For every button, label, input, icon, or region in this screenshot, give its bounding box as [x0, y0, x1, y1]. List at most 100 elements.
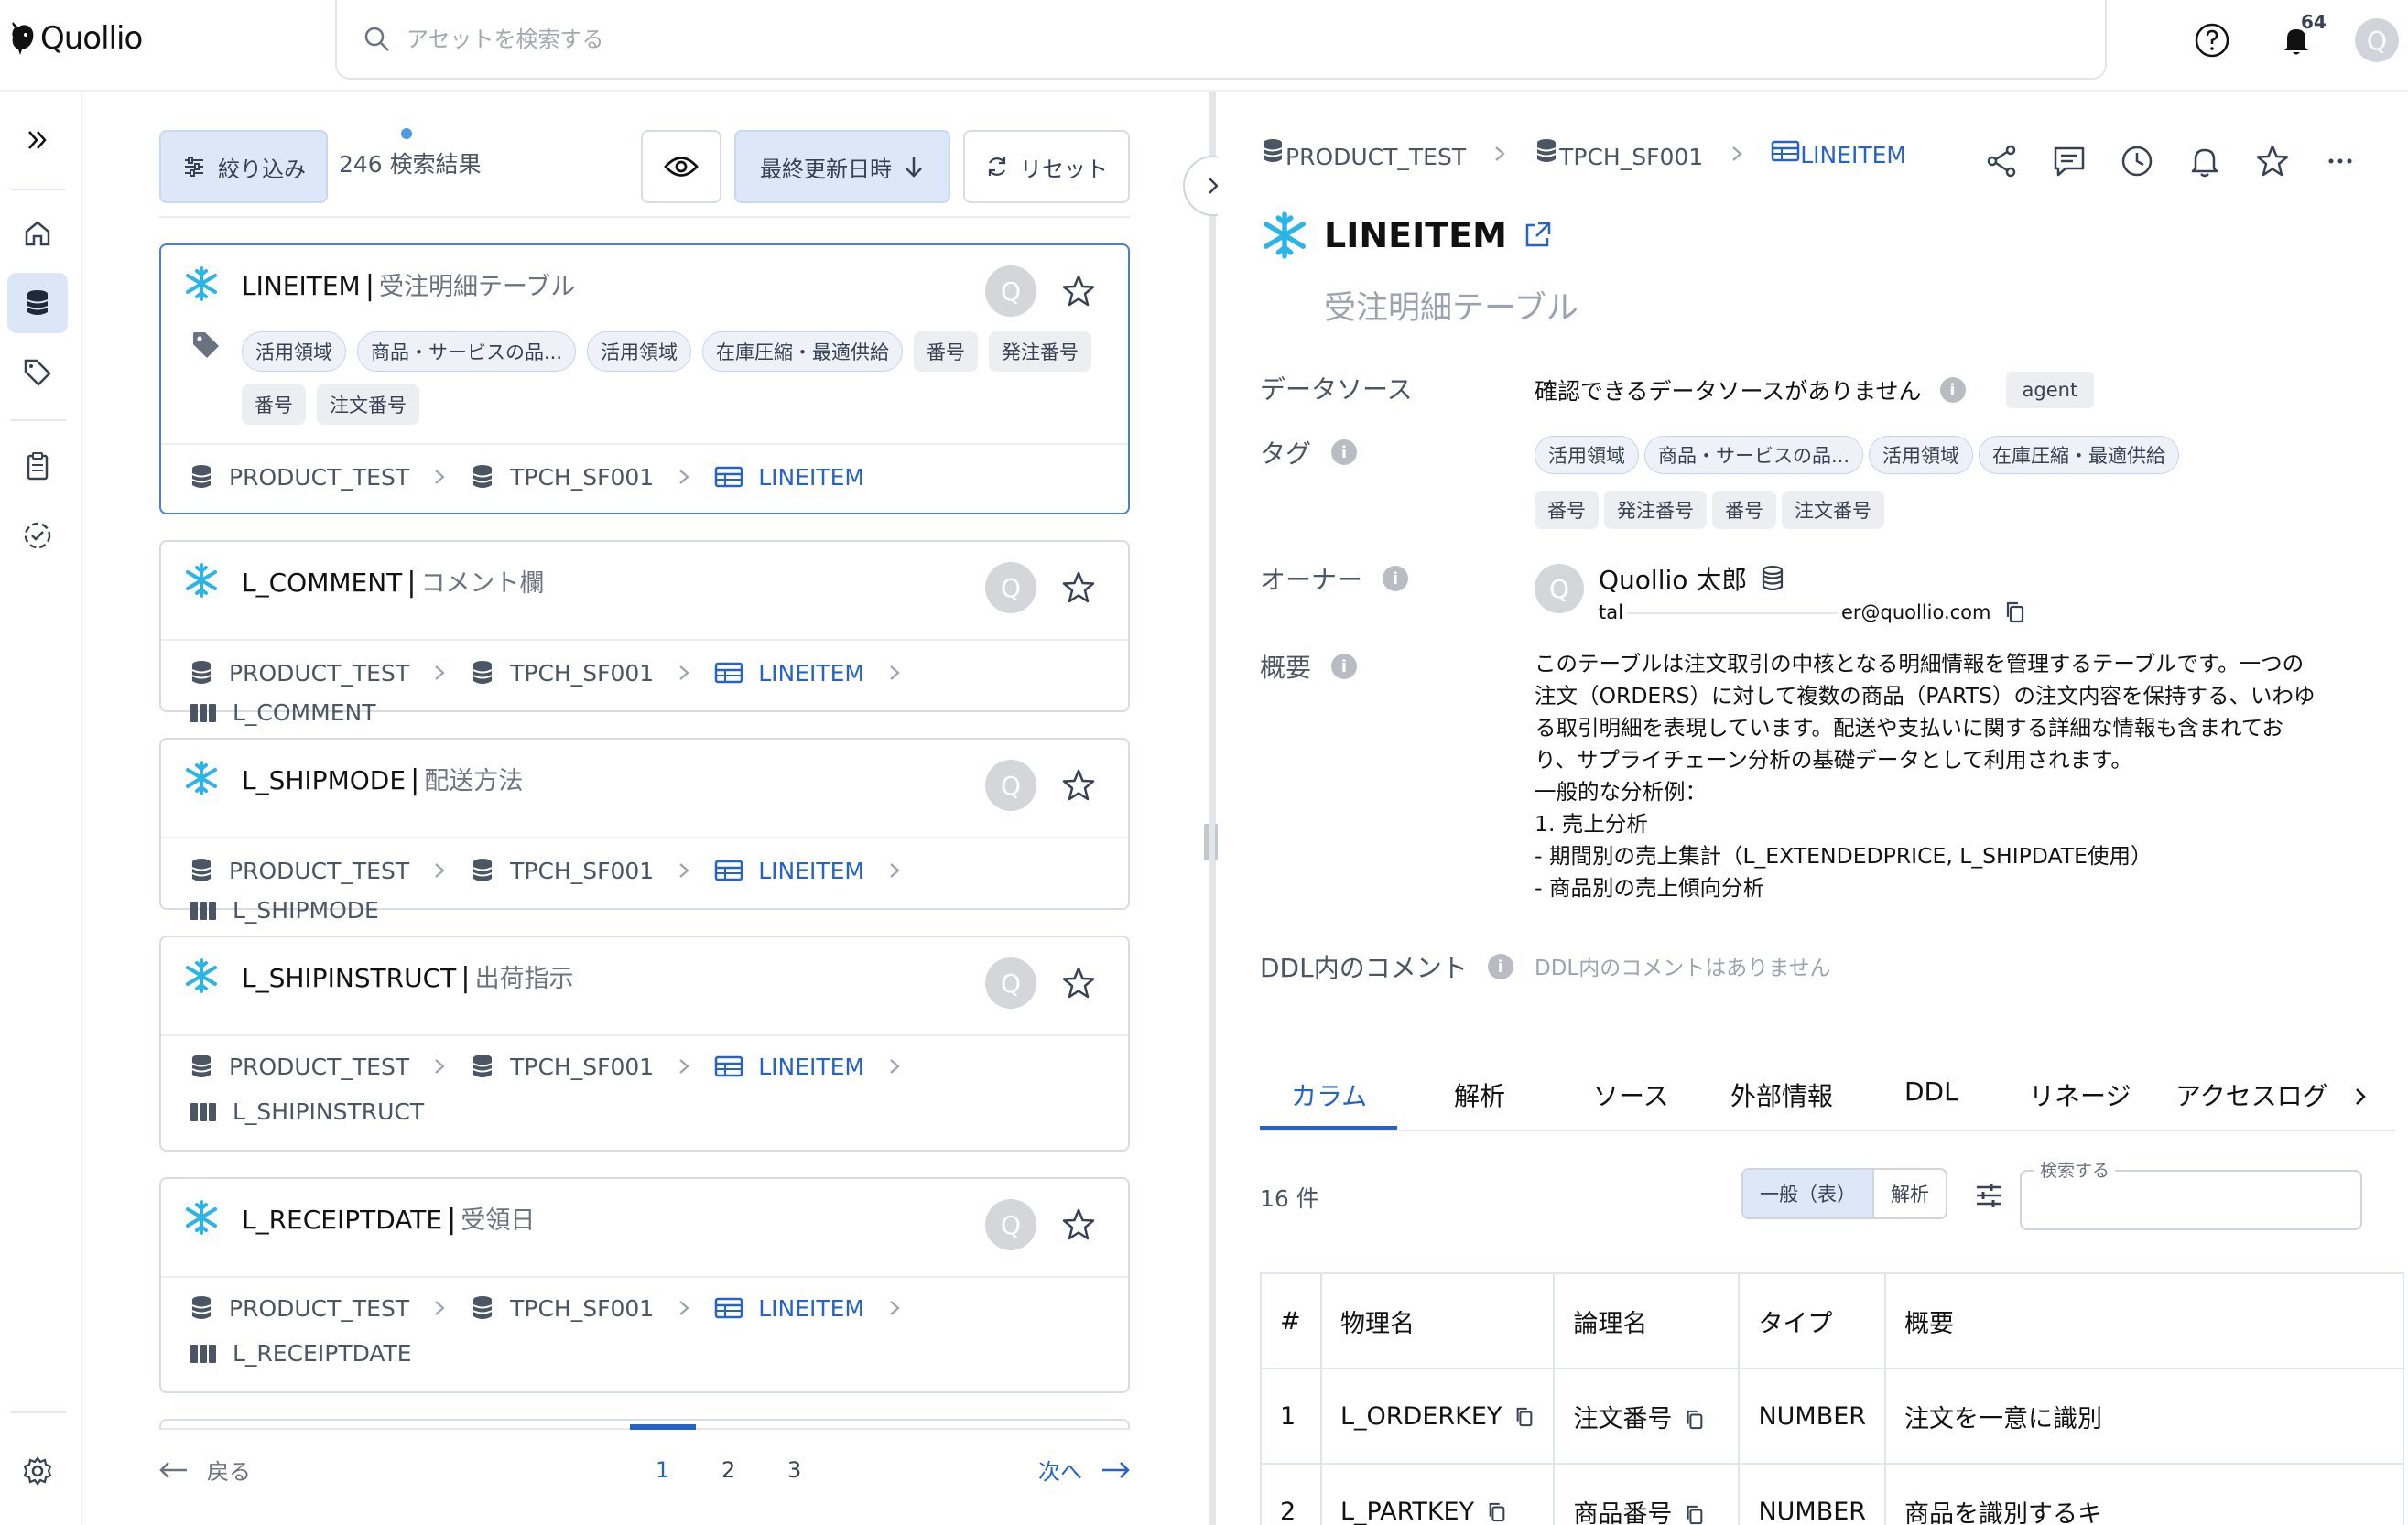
- col-header-logical[interactable]: 論理名: [1553, 1272, 1741, 1369]
- history-icon[interactable]: [2111, 135, 2163, 187]
- path-database[interactable]: PRODUCT_TEST: [189, 463, 409, 491]
- share-icon[interactable]: [1976, 135, 2027, 187]
- col-header-summary[interactable]: 概要: [1884, 1272, 2404, 1369]
- info-icon[interactable]: i: [1331, 439, 1358, 465]
- page-1[interactable]: 1: [656, 1457, 669, 1483]
- path-database[interactable]: TPCH_SF001: [470, 463, 654, 491]
- tab-lineage[interactable]: リネージ: [2029, 1076, 2131, 1113]
- external-link-icon[interactable]: [1522, 220, 1553, 251]
- path-database[interactable]: PRODUCT_TEST: [1260, 137, 1466, 170]
- tag-chip[interactable]: 番号: [914, 331, 979, 372]
- table-row[interactable]: 1 L_ORDERKEY 注文番号 NUMBER 注文を一意に識別: [1260, 1368, 2404, 1465]
- col-header-physical[interactable]: 物理名: [1319, 1272, 1556, 1369]
- asset-name[interactable]: L_RECEIPTDATE: [242, 1205, 442, 1235]
- nav-review[interactable]: [7, 505, 68, 566]
- nav-tags[interactable]: [7, 342, 68, 403]
- path-table[interactable]: LINEITEM: [714, 858, 864, 884]
- path-database[interactable]: TPCH_SF001: [470, 659, 654, 687]
- global-search[interactable]: [335, 0, 2107, 80]
- tag-chip[interactable]: 発注番号: [1604, 491, 1707, 529]
- column-search-input[interactable]: 検索する: [2020, 1157, 2362, 1230]
- tag-chip[interactable]: 番号: [1535, 491, 1599, 529]
- star-icon[interactable]: [2247, 135, 2298, 187]
- help-icon[interactable]: [2190, 18, 2234, 62]
- path-database[interactable]: TPCH_SF001: [1534, 137, 1703, 170]
- tag-chip[interactable]: 商品・サービスの品...: [1644, 436, 1864, 474]
- pane-splitter[interactable]: [1209, 92, 1216, 1525]
- info-icon[interactable]: i: [1383, 566, 1409, 591]
- path-table[interactable]: LINEITEM: [714, 1295, 864, 1322]
- cell-text[interactable]: L_ORDERKEY: [1340, 1402, 1502, 1431]
- star-icon[interactable]: [1057, 269, 1101, 313]
- nav-assets[interactable]: [7, 273, 68, 333]
- path-database[interactable]: PRODUCT_TEST: [189, 1294, 409, 1322]
- more-icon[interactable]: [2315, 135, 2366, 187]
- path-column[interactable]: L_SHIPINSTRUCT: [189, 1098, 424, 1125]
- result-card[interactable]: L_SHIPMODE | 配送方法 Q PRODUCT_TEST TPCH_SF0…: [159, 738, 1130, 924]
- view-analysis[interactable]: 解析: [1872, 1170, 1946, 1217]
- next-page-button[interactable]: 次へ: [1038, 1454, 1130, 1486]
- cell-text[interactable]: L_PARTKEY: [1340, 1498, 1474, 1525]
- asset-name[interactable]: L_SHIPMODE: [242, 765, 406, 795]
- path-column[interactable]: L_COMMENT: [189, 699, 375, 726]
- tag-chip[interactable]: 在庫圧縮・最適供給: [702, 331, 904, 372]
- star-icon[interactable]: [1057, 1203, 1101, 1247]
- tab-source[interactable]: ソース: [1593, 1076, 1669, 1113]
- bell-outline-icon[interactable]: [2179, 135, 2230, 187]
- path-table[interactable]: LINEITEM: [1771, 139, 1906, 168]
- star-icon[interactable]: [1057, 763, 1101, 807]
- visibility-toggle-button[interactable]: [641, 130, 721, 203]
- result-card[interactable]: L_SHIPINSTRUCT | 出荷指示 Q PRODUCT_TEST TPCH…: [159, 936, 1130, 1152]
- tab-ddl[interactable]: DDL: [1904, 1076, 1958, 1107]
- nav-clipboard[interactable]: [7, 436, 68, 496]
- info-icon[interactable]: i: [1331, 654, 1358, 679]
- tab-access-log[interactable]: アクセスログ: [2175, 1076, 2328, 1113]
- summary-text[interactable]: このテーブルは注文取引の中核となる明細情報を管理するテーブルです。一つの注文（O…: [1535, 648, 2322, 919]
- page-2[interactable]: 2: [721, 1457, 735, 1483]
- path-database[interactable]: PRODUCT_TEST: [189, 857, 409, 884]
- nav-settings[interactable]: [7, 1441, 68, 1501]
- asset-name[interactable]: LINEITEM: [242, 271, 361, 301]
- copy-icon[interactable]: [1685, 1409, 1705, 1431]
- path-database[interactable]: PRODUCT_TEST: [189, 659, 409, 687]
- info-icon[interactable]: i: [1939, 377, 1966, 403]
- asset-logical-name[interactable]: 受注明細テーブル: [1324, 282, 1578, 329]
- tag-chip[interactable]: 番号: [1712, 491, 1776, 529]
- logo[interactable]: Quollio: [9, 16, 143, 60]
- search-input[interactable]: [407, 26, 1780, 52]
- path-table[interactable]: LINEITEM: [714, 660, 864, 687]
- path-table[interactable]: LINEITEM: [714, 1054, 864, 1080]
- column-settings-icon[interactable]: [1970, 1177, 2007, 1214]
- nav-home[interactable]: [7, 203, 68, 264]
- tag-chip[interactable]: 活用領域: [1869, 436, 1974, 474]
- copy-icon[interactable]: [1685, 1504, 1705, 1525]
- tabs-scroll-right-icon[interactable]: [2342, 1078, 2379, 1115]
- tag-chip[interactable]: 発注番号: [989, 331, 1092, 372]
- tag-chip[interactable]: 商品・サービスの品...: [357, 331, 577, 372]
- result-card[interactable]: L_RECEIPTDATE | 受領日 Q PRODUCT_TEST TPCH_S…: [159, 1177, 1130, 1393]
- reset-button[interactable]: リセット: [963, 130, 1130, 203]
- tag-chip[interactable]: 活用領域: [587, 331, 692, 372]
- filter-button[interactable]: 絞り込み: [159, 130, 328, 203]
- star-icon[interactable]: [1057, 961, 1101, 1005]
- tag-chip[interactable]: 注文番号: [1782, 491, 1884, 529]
- path-column[interactable]: L_RECEIPTDATE: [189, 1340, 412, 1367]
- copy-icon[interactable]: [2004, 600, 2026, 624]
- asset-name[interactable]: L_COMMENT: [242, 568, 402, 598]
- col-header-index[interactable]: #: [1260, 1272, 1322, 1369]
- table-row[interactable]: 2 L_PARTKEY 商品番号 NUMBER 商品を識別するキ: [1260, 1463, 2404, 1525]
- path-database[interactable]: TPCH_SF001: [470, 1294, 654, 1322]
- owner-name[interactable]: Quollio 太郎: [1599, 560, 1747, 597]
- tag-chip[interactable]: 在庫圧縮・最適供給: [1979, 436, 2180, 474]
- user-avatar[interactable]: Q: [2355, 18, 2399, 62]
- page-3[interactable]: 3: [787, 1457, 801, 1483]
- tab-analysis[interactable]: 解析: [1454, 1076, 1505, 1113]
- path-column[interactable]: L_SHIPMODE: [189, 897, 379, 924]
- asset-name[interactable]: L_SHIPINSTRUCT: [242, 963, 456, 993]
- col-header-type[interactable]: タイプ: [1738, 1272, 1887, 1369]
- prev-page-button[interactable]: 戻る: [159, 1454, 251, 1486]
- path-database[interactable]: TPCH_SF001: [470, 857, 654, 884]
- result-card[interactable]: LINEITEM | 受注明細テーブル Q 活用領域 商品・サービスの品... 活用…: [159, 243, 1130, 514]
- tag-chip[interactable]: 番号: [242, 384, 306, 425]
- comment-icon[interactable]: [2044, 135, 2095, 187]
